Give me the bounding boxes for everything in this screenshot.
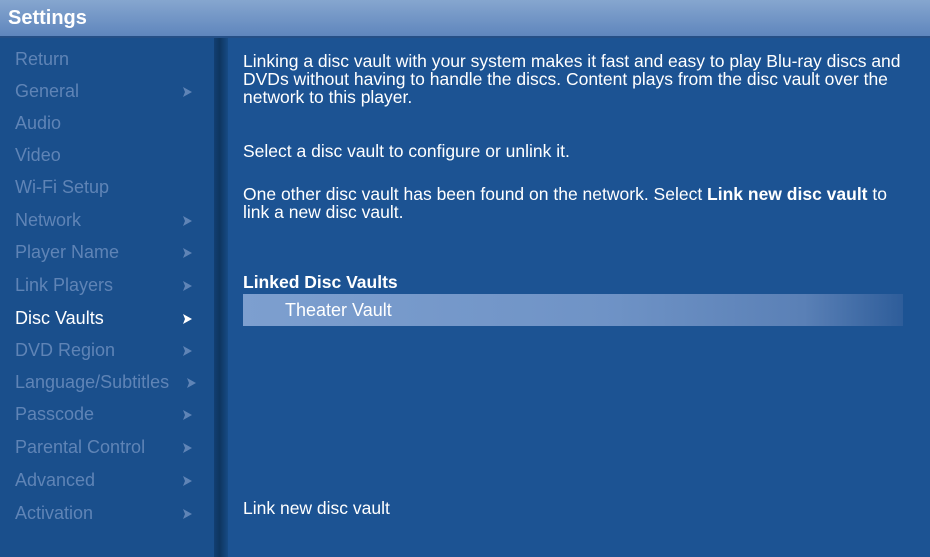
sidebar-item-label: Link Players — [15, 275, 114, 295]
settings-sidebar: Return General Audio Video Wi-Fi Setup N… — [0, 38, 214, 557]
sidebar-item-network[interactable]: Network — [0, 205, 214, 237]
sidebar-item-disc-vaults[interactable]: Disc Vaults — [0, 303, 214, 335]
sidebar-item-label: Advanced — [15, 470, 96, 490]
sidebar-item-label: Return — [15, 49, 70, 69]
disc-vaults-panel: Linking a disc vault with your system ma… — [228, 38, 930, 557]
sidebar-item-link-players[interactable]: Link Players — [0, 270, 214, 302]
sidebar-item-label: Audio — [15, 113, 62, 133]
chevron-right-icon — [181, 313, 193, 325]
linked-vault-item[interactable]: Theater Vault — [243, 294, 903, 326]
panel-divider — [214, 38, 228, 557]
sidebar-item-language-subtitles[interactable]: Language/Subtitles — [0, 367, 214, 399]
found-text-prefix: One other disc vault has been found on t… — [243, 184, 708, 204]
sidebar-item-label: Disc Vaults — [15, 308, 104, 328]
settings-screen: Settings Return General Audio Video Wi-F… — [0, 0, 930, 557]
chevron-right-icon — [181, 442, 193, 454]
chevron-right-icon — [181, 215, 193, 227]
sidebar-item-video[interactable]: Video — [0, 140, 214, 172]
chevron-right-icon — [181, 280, 193, 292]
sidebar-item-label: Activation — [15, 503, 94, 523]
chevron-right-icon — [181, 86, 193, 98]
sidebar-item-label: Wi-Fi Setup — [15, 177, 110, 197]
instruction-text: Select a disc vault to configure or unli… — [243, 141, 570, 161]
sidebar-item-advanced[interactable]: Advanced — [0, 465, 214, 497]
linked-vaults-heading: Linked Disc Vaults — [243, 272, 398, 292]
found-text-bold: Link new disc vault — [707, 184, 868, 204]
sidebar-item-label: Language/Subtitles — [15, 372, 170, 392]
sidebar-item-wifi-setup[interactable]: Wi-Fi Setup — [0, 172, 214, 204]
found-vaults-text: One other disc vault has been found on t… — [243, 185, 913, 221]
sidebar-item-label: Video — [15, 145, 61, 165]
chevron-right-icon — [181, 409, 193, 421]
sidebar-item-audio[interactable]: Audio — [0, 108, 214, 140]
sidebar-item-player-name[interactable]: Player Name — [0, 237, 214, 269]
sidebar-item-label: Network — [15, 210, 82, 230]
linked-vault-label: Theater Vault — [285, 300, 392, 320]
link-new-vault-button[interactable]: Link new disc vault — [243, 498, 390, 519]
chevron-right-icon — [185, 377, 197, 389]
chevron-right-icon — [181, 247, 193, 259]
sidebar-item-parental-control[interactable]: Parental Control — [0, 432, 214, 464]
sidebar-item-label: General — [15, 81, 80, 101]
sidebar-item-label: Parental Control — [15, 437, 146, 457]
sidebar-item-general[interactable]: General — [0, 76, 214, 108]
sidebar-item-dvd-region[interactable]: DVD Region — [0, 335, 214, 367]
chevron-right-icon — [181, 345, 193, 357]
sidebar-item-label: Player Name — [15, 242, 120, 262]
sidebar-item-label: Passcode — [15, 404, 95, 424]
sidebar-item-return[interactable]: Return — [0, 44, 214, 76]
sidebar-item-label: DVD Region — [15, 340, 116, 360]
title-bar: Settings — [0, 0, 930, 38]
chevron-right-icon — [181, 475, 193, 487]
page-title: Settings — [8, 7, 87, 29]
intro-text: Linking a disc vault with your system ma… — [243, 51, 901, 107]
chevron-right-icon — [181, 508, 193, 520]
sidebar-item-activation[interactable]: Activation — [0, 498, 214, 530]
sidebar-item-passcode[interactable]: Passcode — [0, 399, 214, 431]
